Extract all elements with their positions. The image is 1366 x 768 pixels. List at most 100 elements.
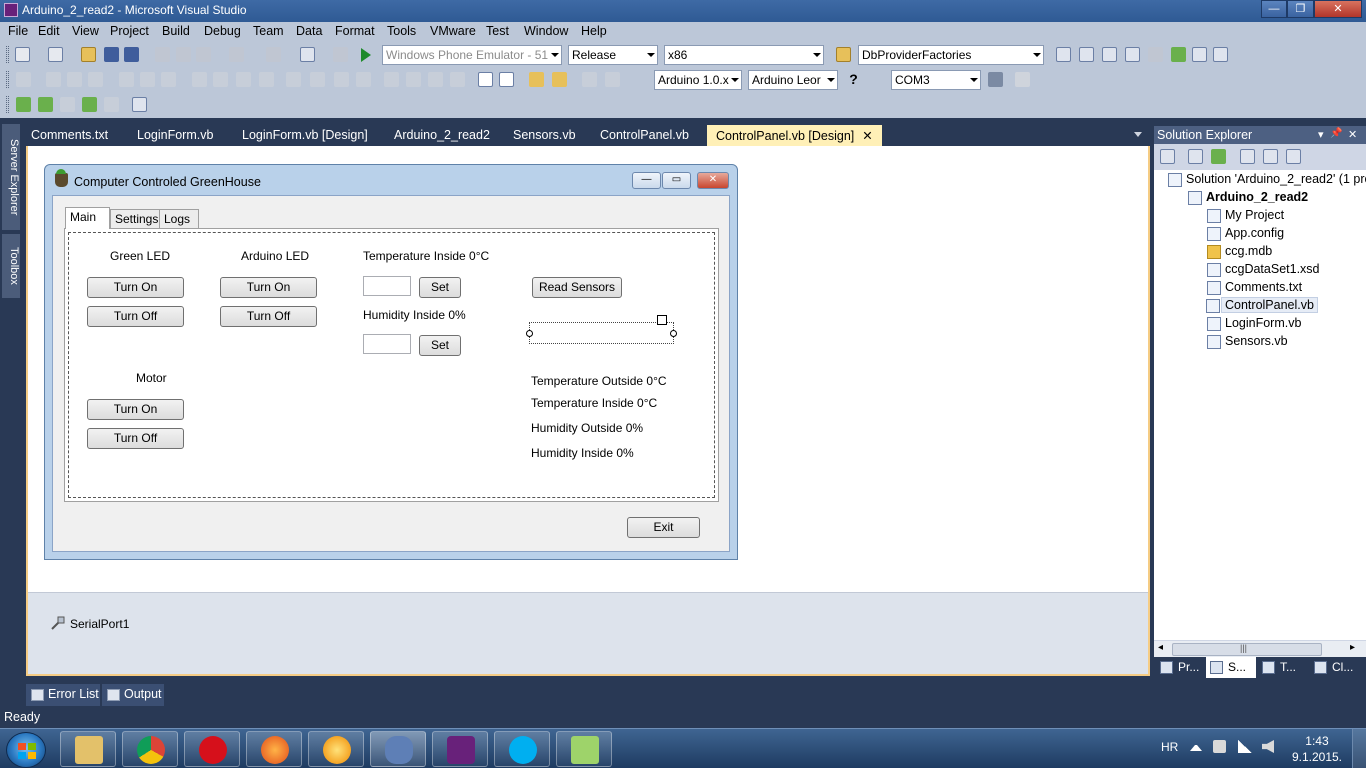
align-middles-icon[interactable] xyxy=(140,72,155,87)
menu-project[interactable]: Project xyxy=(110,24,149,38)
align-rights-icon[interactable] xyxy=(88,72,103,87)
arduino-led-on-button[interactable]: Turn On xyxy=(220,277,317,298)
humidity-input[interactable] xyxy=(363,334,411,354)
menu-edit[interactable]: Edit xyxy=(38,24,60,38)
increase-vertical-spacing-icon[interactable] xyxy=(406,72,421,87)
menu-window[interactable]: Window xyxy=(524,24,568,38)
view-code-icon[interactable] xyxy=(1240,149,1255,164)
form-maximize-button[interactable]: ▭ xyxy=(662,172,691,189)
tab-main[interactable]: Main xyxy=(65,207,110,229)
extension-icon[interactable] xyxy=(1148,47,1163,62)
taskbar-chrome[interactable] xyxy=(122,731,178,767)
language-indicator[interactable]: HR xyxy=(1161,740,1178,754)
start-debugging-icon[interactable] xyxy=(361,48,371,62)
tree-item-my-project[interactable]: My Project xyxy=(1207,208,1284,223)
toolbox-tab[interactable]: Toolbox xyxy=(2,234,20,298)
taskbar-skype[interactable] xyxy=(494,731,550,767)
menu-format[interactable]: Format xyxy=(335,24,375,38)
menu-tools[interactable]: Tools xyxy=(387,24,416,38)
paste-icon[interactable] xyxy=(196,47,211,62)
decrease-vertical-spacing-icon[interactable] xyxy=(428,72,443,87)
build-icon[interactable] xyxy=(16,97,31,112)
solution-explorer-icon[interactable] xyxy=(1056,47,1071,62)
navigate-backward-icon[interactable] xyxy=(300,47,315,62)
show-desktop-button[interactable] xyxy=(1352,729,1366,768)
motor-off-button[interactable]: Turn Off xyxy=(87,428,184,449)
configuration-dropdown[interactable]: Release xyxy=(568,45,658,65)
add-item-icon[interactable] xyxy=(48,47,63,62)
tree-item-controlpanel-vb[interactable]: ControlPanel.vb xyxy=(1206,297,1318,313)
copy-icon[interactable] xyxy=(176,47,191,62)
center-vertically-icon[interactable] xyxy=(499,72,514,87)
view-designer-icon[interactable] xyxy=(1263,149,1278,164)
taskbar-opera[interactable] xyxy=(184,731,240,767)
tree-item-loginform-vb[interactable]: LoginForm.vb xyxy=(1207,316,1301,331)
properties-icon[interactable] xyxy=(1188,149,1203,164)
properties-icon[interactable] xyxy=(1079,47,1094,62)
volume-icon[interactable] xyxy=(1262,740,1274,753)
toolbar-grip[interactable] xyxy=(6,46,9,63)
save-icon[interactable] xyxy=(104,47,119,62)
toolbar-grip[interactable] xyxy=(6,96,9,113)
upload-icon[interactable] xyxy=(1015,72,1030,87)
set-temperature-button[interactable]: Set xyxy=(419,277,461,298)
board-dropdown[interactable]: Arduino Leor xyxy=(748,70,838,90)
tab-team-explorer[interactable]: T... xyxy=(1258,657,1308,678)
window-position-dropdown[interactable]: ▾ xyxy=(1318,128,1324,141)
chevron-down-icon[interactable] xyxy=(1134,132,1142,137)
form-close-button[interactable]: ✕ xyxy=(697,172,729,189)
align-bottoms-icon[interactable] xyxy=(161,72,176,87)
scroll-left-arrow[interactable]: ◂ xyxy=(1158,642,1163,653)
taskbar-firefox[interactable] xyxy=(246,731,302,767)
object-browser-icon[interactable] xyxy=(1102,47,1117,62)
start-page-icon[interactable] xyxy=(1171,47,1186,62)
selected-control-outline[interactable] xyxy=(529,322,674,344)
action-center-icon[interactable] xyxy=(1213,740,1226,753)
output-window-icon[interactable] xyxy=(1213,47,1228,62)
size-to-grid-icon[interactable] xyxy=(213,72,228,87)
align-centers-icon[interactable] xyxy=(67,72,82,87)
save-all-icon[interactable] xyxy=(124,47,139,62)
read-sensors-button[interactable]: Read Sensors xyxy=(532,277,622,298)
greenhouse-form[interactable]: Computer Controled GreenHouse — ▭ ✕ Main… xyxy=(44,164,738,560)
network-icon[interactable] xyxy=(1238,740,1252,753)
close-button[interactable]: ✕ xyxy=(1314,0,1362,18)
menu-vmware[interactable]: VMware xyxy=(430,24,476,38)
system-clock[interactable]: 1:43 9.1.2015. xyxy=(1292,733,1342,765)
close-icon[interactable]: ✕ xyxy=(862,128,872,143)
tree-item-comments-txt[interactable]: Comments.txt xyxy=(1207,280,1302,295)
cut-icon[interactable] xyxy=(155,47,170,62)
start-button[interactable] xyxy=(6,732,46,768)
taskbar-arduino-ide[interactable] xyxy=(370,731,426,767)
tab-settings[interactable]: Settings xyxy=(110,209,160,228)
deploy-icon[interactable] xyxy=(104,97,119,112)
vertical-spacing-icon[interactable] xyxy=(384,72,399,87)
bring-to-front-icon[interactable] xyxy=(529,72,544,87)
make-same-size-icon[interactable] xyxy=(259,72,274,87)
menu-debug[interactable]: Debug xyxy=(204,24,241,38)
menu-file[interactable]: File xyxy=(8,24,28,38)
center-horizontally-icon[interactable] xyxy=(478,72,493,87)
find-in-files-icon[interactable] xyxy=(836,47,851,62)
platform-dropdown[interactable]: x86 xyxy=(664,45,824,65)
help-icon[interactable]: ? xyxy=(846,72,861,87)
align-lefts-icon[interactable] xyxy=(46,72,61,87)
rebuild-icon[interactable] xyxy=(38,97,53,112)
tab-output[interactable]: Output xyxy=(102,684,164,706)
solution-node[interactable]: Solution 'Arduino_2_read2' (1 pro xyxy=(1168,172,1366,187)
toolbar-grip[interactable] xyxy=(6,71,9,88)
tab-properties[interactable]: Pr... xyxy=(1156,657,1204,678)
taskbar-visual-studio[interactable] xyxy=(432,731,488,767)
arduino-led-off-button[interactable]: Turn Off xyxy=(220,306,317,327)
show-hidden-icons-icon[interactable] xyxy=(1190,743,1202,751)
tab-sensors-vb[interactable]: Sensors.vb xyxy=(504,125,585,146)
taskbar-notepad[interactable] xyxy=(556,731,612,767)
resize-handle-right[interactable] xyxy=(670,330,677,337)
send-to-back-icon[interactable] xyxy=(552,72,567,87)
tab-error-list[interactable]: Error List xyxy=(26,684,100,706)
tab-arduino-2-read2[interactable]: Arduino_2_read2 xyxy=(385,125,499,146)
tab-controlpanel-vb[interactable]: ControlPanel.vb xyxy=(591,125,698,146)
menu-build[interactable]: Build xyxy=(162,24,190,38)
open-file-icon[interactable] xyxy=(81,47,96,62)
serial-monitor-icon[interactable] xyxy=(988,72,1003,87)
